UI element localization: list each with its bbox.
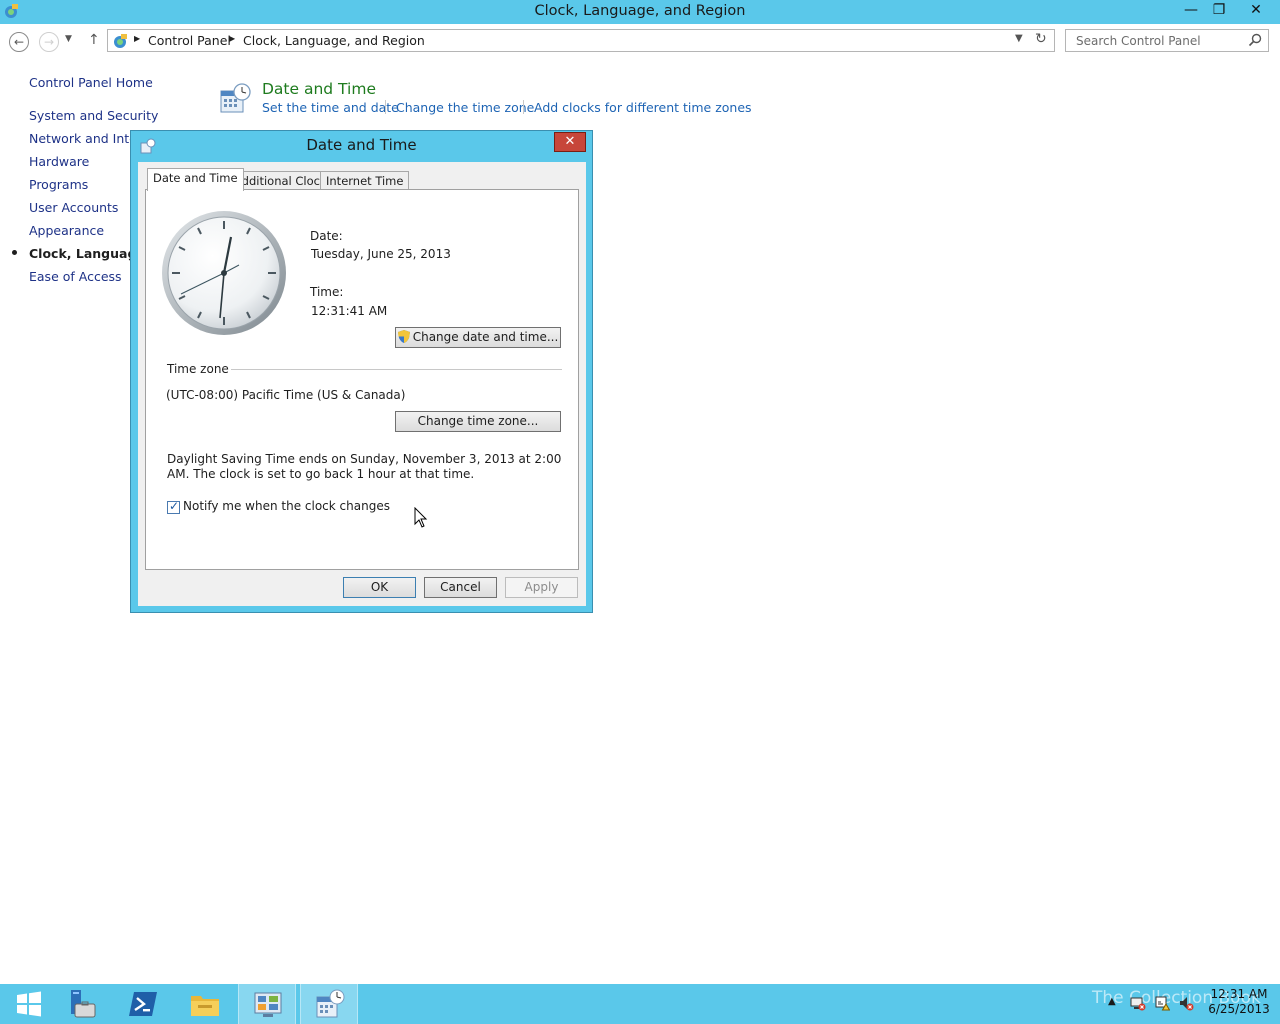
tab-internet-time[interactable]: Internet Time bbox=[320, 171, 410, 191]
time-value: 12:31:41 AM bbox=[311, 304, 388, 318]
action-center-warning-icon[interactable] bbox=[1154, 995, 1170, 1011]
date-label: Date: bbox=[310, 229, 343, 243]
breadcrumb-clock-language-region[interactable]: Clock, Language, and Region bbox=[243, 33, 425, 48]
close-button[interactable]: ✕ bbox=[1236, 0, 1276, 20]
shield-icon bbox=[397, 330, 410, 343]
timezone-value: (UTC-08:00) Pacific Time (US & Canada) bbox=[166, 388, 406, 402]
add-clocks-link[interactable]: Add clocks for different time zones bbox=[534, 100, 752, 115]
taskbar-powershell[interactable] bbox=[114, 984, 172, 1024]
taskbar-date-and-time[interactable] bbox=[300, 984, 358, 1024]
notify-checkbox[interactable]: ✓ bbox=[167, 499, 180, 514]
taskbar-server-manager[interactable] bbox=[52, 984, 110, 1024]
network-error-icon[interactable] bbox=[1130, 995, 1146, 1011]
control-panel-icon bbox=[254, 992, 282, 1017]
breadcrumb-separator-icon[interactable]: ▶ bbox=[229, 34, 235, 43]
apply-button: Apply bbox=[505, 577, 578, 598]
link-divider bbox=[385, 100, 386, 114]
mouse-cursor-icon bbox=[414, 507, 428, 528]
dialog-close-button[interactable]: ✕ bbox=[554, 132, 586, 152]
forward-button[interactable]: → bbox=[39, 32, 59, 52]
analog-clock-icon bbox=[162, 211, 286, 335]
dialog-body: Date and Time Additional Clocks Internet… bbox=[138, 162, 586, 606]
tab-date-and-time[interactable]: Date and Time bbox=[147, 168, 244, 191]
server-manager-icon bbox=[71, 990, 96, 1018]
date-time-dialog: Date and Time ✕ Date and Time Additional… bbox=[130, 130, 593, 613]
change-time-zone-link[interactable]: Change the time zone bbox=[396, 100, 534, 115]
search-icon[interactable] bbox=[1248, 33, 1262, 47]
taskbar: The Collection Book ▲ 12:31 AM 6/25/2013 bbox=[0, 984, 1280, 1024]
dialog-title: Date and Time bbox=[306, 136, 417, 154]
show-hidden-icons-button[interactable]: ▲ bbox=[1108, 996, 1116, 1007]
link-divider bbox=[523, 100, 524, 114]
dst-info-text: Daylight Saving Time ends on Sunday, Nov… bbox=[167, 452, 562, 481]
nav-appearance[interactable]: Appearance bbox=[29, 223, 104, 238]
timezone-group-label: Time zone bbox=[167, 362, 229, 376]
minimize-button[interactable]: — bbox=[1176, 0, 1206, 20]
search-input[interactable] bbox=[1074, 32, 1244, 49]
date-value: Tuesday, June 25, 2013 bbox=[311, 247, 451, 261]
address-bar[interactable]: ▶ Control Panel ▶ Clock, Language, and R… bbox=[107, 29, 1055, 52]
change-time-zone-button[interactable]: Change time zone... bbox=[395, 411, 561, 432]
notify-label[interactable]: Notify me when the clock changes bbox=[183, 499, 390, 513]
cancel-button[interactable]: Cancel bbox=[424, 577, 497, 598]
nav-control-panel-home[interactable]: Control Panel Home bbox=[29, 75, 153, 90]
maximize-button[interactable]: ❐ bbox=[1204, 0, 1234, 20]
start-button[interactable] bbox=[0, 984, 58, 1024]
search-box[interactable] bbox=[1065, 29, 1269, 52]
back-button[interactable]: ← bbox=[9, 32, 29, 52]
refresh-icon[interactable]: ↻ bbox=[1035, 31, 1047, 47]
set-time-and-date-link[interactable]: Set the time and date bbox=[262, 100, 399, 115]
start-icon bbox=[17, 991, 41, 1017]
taskbar-control-panel[interactable] bbox=[238, 984, 296, 1024]
file-explorer-icon bbox=[191, 996, 219, 1016]
nav-programs[interactable]: Programs bbox=[29, 177, 88, 192]
date-time-icon bbox=[220, 83, 251, 113]
change-date-and-time-button[interactable]: Change date and time... bbox=[395, 327, 561, 348]
window-title: Clock, Language, and Region bbox=[534, 3, 746, 19]
control-panel-icon bbox=[114, 34, 127, 48]
address-dropdown-icon[interactable]: ▼ bbox=[1015, 33, 1023, 44]
volume-muted-icon[interactable] bbox=[1178, 995, 1194, 1011]
nav-user-accounts[interactable]: User Accounts bbox=[29, 200, 118, 215]
ok-button[interactable]: OK bbox=[343, 577, 416, 598]
nav-system-and-security[interactable]: System and Security bbox=[29, 108, 158, 123]
date-time-icon bbox=[316, 989, 345, 1018]
up-button[interactable]: ↑ bbox=[88, 32, 100, 48]
checkmark-icon: ✓ bbox=[169, 499, 180, 513]
taskbar-clock-date: 6/25/2013 bbox=[1208, 1002, 1270, 1016]
tab-panel: Date: Tuesday, June 25, 2013 Time: 12:31… bbox=[145, 189, 579, 570]
nav-hardware[interactable]: Hardware bbox=[29, 154, 89, 169]
time-label: Time: bbox=[310, 285, 344, 299]
window-titlebar: Clock, Language, and Region — ❐ ✕ bbox=[0, 0, 1280, 24]
breadcrumb-separator-icon[interactable]: ▶ bbox=[134, 34, 140, 43]
powershell-icon bbox=[129, 992, 157, 1016]
recent-locations-button[interactable]: ▼ bbox=[65, 34, 72, 44]
taskbar-clock-time: 12:31 AM bbox=[1210, 987, 1268, 1001]
taskbar-file-explorer[interactable] bbox=[176, 984, 234, 1024]
group-divider bbox=[231, 369, 562, 370]
nav-ease-of-access[interactable]: Ease of Access bbox=[29, 269, 122, 284]
taskbar-clock[interactable]: 12:31 AM 6/25/2013 bbox=[1204, 987, 1274, 1017]
category-title[interactable]: Date and Time bbox=[262, 80, 376, 98]
change-date-and-time-label: Change date and time... bbox=[412, 330, 559, 344]
breadcrumb-control-panel[interactable]: Control Panel bbox=[148, 33, 231, 48]
current-item-bullet bbox=[12, 250, 17, 255]
